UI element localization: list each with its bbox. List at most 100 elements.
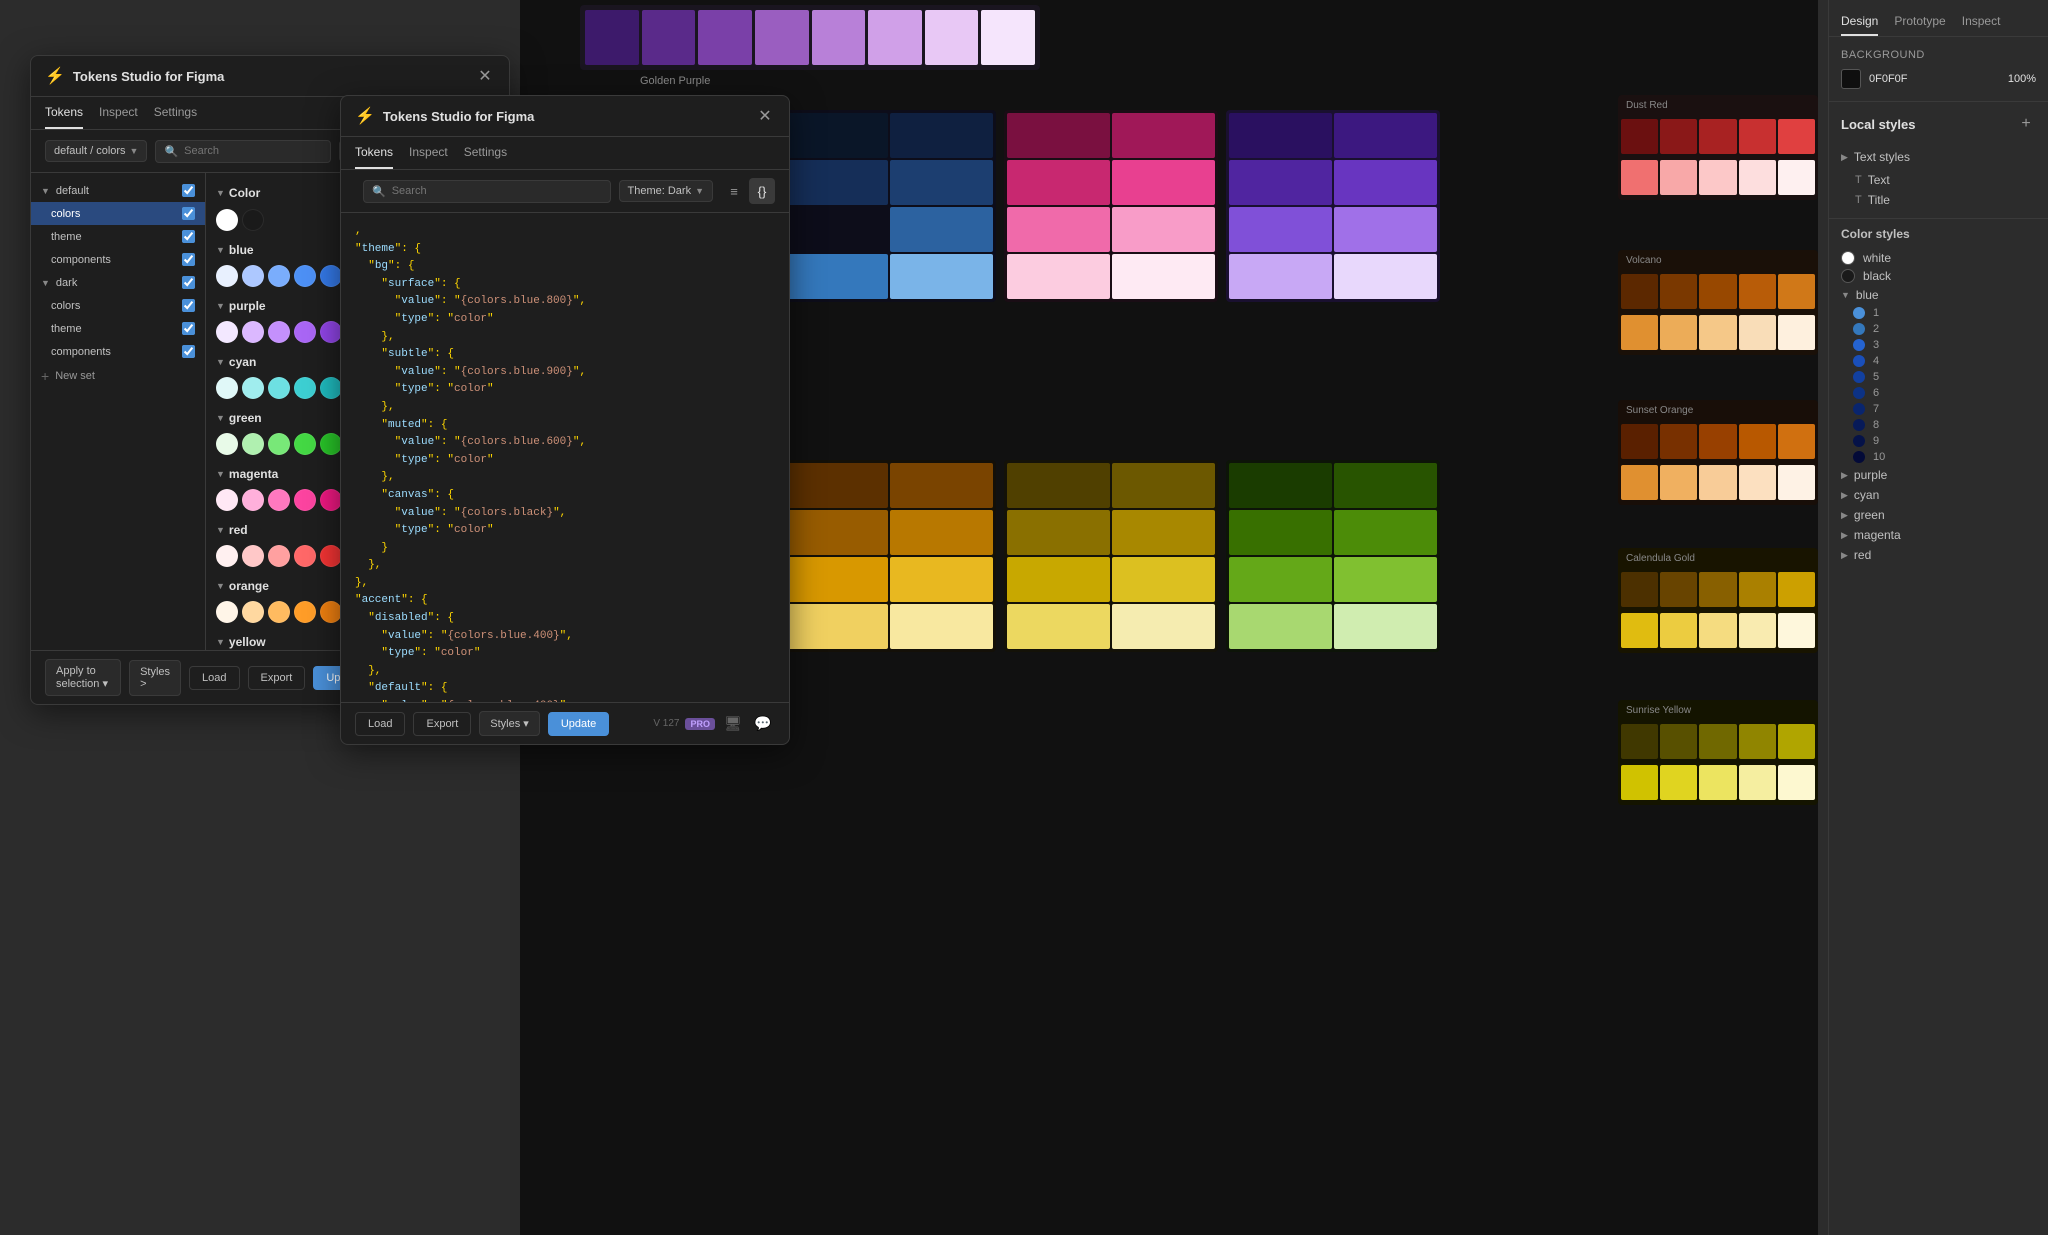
blue-item-8[interactable]: 8	[1853, 417, 2036, 433]
export-button[interactable]: Export	[248, 666, 306, 690]
purple-group-header[interactable]: ▶ purple	[1841, 465, 2036, 485]
swatch-magenta-2[interactable]	[242, 489, 264, 511]
sidebar-components-checkbox[interactable]	[182, 253, 195, 266]
blue-item-4[interactable]: 4	[1853, 353, 2036, 369]
json-theme-selector[interactable]: Theme: Dark ▼	[619, 180, 714, 202]
background-hex[interactable]: 0F0F0F	[1869, 73, 2000, 85]
json-view-list-button[interactable]: ≡	[721, 178, 747, 204]
swatch-purple-1[interactable]	[216, 321, 238, 343]
red-group-header[interactable]: ▶ red	[1841, 545, 2036, 565]
tab-settings[interactable]: Settings	[154, 97, 197, 129]
tab-inspect[interactable]: Inspect	[1962, 8, 2001, 36]
swatch-green-4[interactable]	[294, 433, 316, 455]
breadcrumb[interactable]: default / colors ▼	[45, 140, 147, 162]
swatch-green-1[interactable]	[216, 433, 238, 455]
sidebar-item-dark[interactable]: ▼ dark	[31, 271, 205, 294]
magenta-group-header[interactable]: ▶ magenta	[1841, 525, 2036, 545]
swatch-cyan-1[interactable]	[216, 377, 238, 399]
swatch-purple-4[interactable]	[294, 321, 316, 343]
swatch-orange-5[interactable]	[320, 601, 342, 623]
json-tab-settings[interactable]: Settings	[464, 137, 507, 169]
swatch-magenta-4[interactable]	[294, 489, 316, 511]
styles-dropdown[interactable]: Styles >	[129, 660, 181, 696]
swatch-green-2[interactable]	[242, 433, 264, 455]
sidebar-item-colors[interactable]: colors	[31, 202, 205, 225]
color-style-black[interactable]: black	[1841, 267, 2036, 285]
cyan-group-header[interactable]: ▶ cyan	[1841, 485, 2036, 505]
blue-group-header[interactable]: ▼ blue	[1841, 285, 2036, 305]
swatch-orange-1[interactable]	[216, 601, 238, 623]
text-style-text[interactable]: T Text	[1855, 170, 2036, 190]
tab-design[interactable]: Design	[1841, 8, 1878, 36]
swatch-red-5[interactable]	[320, 545, 342, 567]
blue-item-5[interactable]: 5	[1853, 369, 2036, 385]
swatch-cyan-4[interactable]	[294, 377, 316, 399]
background-color-swatch[interactable]	[1841, 69, 1861, 89]
swatch-purple-5[interactable]	[320, 321, 342, 343]
swatch-orange-4[interactable]	[294, 601, 316, 623]
swatch-green-5[interactable]	[320, 433, 342, 455]
swatch-orange-3[interactable]	[268, 601, 290, 623]
swatch-cyan-2[interactable]	[242, 377, 264, 399]
swatch-white[interactable]	[216, 209, 238, 231]
swatch-blue-3[interactable]	[268, 265, 290, 287]
blue-item-6[interactable]: 6	[1853, 385, 2036, 401]
sidebar-default-checkbox[interactable]	[182, 184, 195, 197]
swatch-blue-5[interactable]	[320, 265, 342, 287]
sidebar-dark-checkbox[interactable]	[182, 276, 195, 289]
json-comment-icon[interactable]: 💬	[751, 712, 775, 736]
sidebar-dark-components-checkbox[interactable]	[182, 345, 195, 358]
text-styles-header[interactable]: ▶ Text styles	[1841, 150, 2036, 164]
json-close-button[interactable]: ✕	[755, 106, 775, 126]
sidebar-item-theme[interactable]: theme	[31, 225, 205, 248]
color-style-white[interactable]: white	[1841, 249, 2036, 267]
tab-prototype[interactable]: Prototype	[1894, 8, 1945, 36]
sidebar-item-default[interactable]: ▼ default	[31, 179, 205, 202]
apply-dropdown[interactable]: Apply to selection ▾	[45, 659, 121, 696]
json-update-button[interactable]: Update	[548, 712, 609, 736]
sidebar-dark-theme-checkbox[interactable]	[182, 322, 195, 335]
swatch-red-2[interactable]	[242, 545, 264, 567]
color-styles-header[interactable]: Color styles	[1841, 227, 2036, 241]
swatch-red-1[interactable]	[216, 545, 238, 567]
sidebar-dark-colors-checkbox[interactable]	[182, 299, 195, 312]
blue-item-9[interactable]: 9	[1853, 433, 2036, 449]
add-style-button[interactable]: +	[2016, 114, 2036, 134]
sidebar-item-dark-theme[interactable]: theme	[31, 317, 205, 340]
json-tab-tokens[interactable]: Tokens	[355, 137, 393, 169]
json-load-button[interactable]: Load	[355, 712, 405, 736]
swatch-red-4[interactable]	[294, 545, 316, 567]
sidebar-item-dark-colors[interactable]: colors	[31, 294, 205, 317]
sidebar-colors-checkbox[interactable]	[182, 207, 195, 220]
tab-inspect[interactable]: Inspect	[99, 97, 138, 129]
swatch-magenta-1[interactable]	[216, 489, 238, 511]
load-button[interactable]: Load	[189, 666, 239, 690]
swatch-orange-2[interactable]	[242, 601, 264, 623]
swatch-green-3[interactable]	[268, 433, 290, 455]
new-set-row[interactable]: + New set	[31, 363, 205, 389]
swatch-blue-1[interactable]	[216, 265, 238, 287]
text-style-title[interactable]: T Title	[1855, 190, 2036, 210]
blue-item-2[interactable]: 2	[1853, 321, 2036, 337]
swatch-red-3[interactable]	[268, 545, 290, 567]
swatch-purple-3[interactable]	[268, 321, 290, 343]
sidebar-item-components[interactable]: components	[31, 248, 205, 271]
swatch-cyan-5[interactable]	[320, 377, 342, 399]
json-styles-dropdown[interactable]: Styles ▾	[479, 711, 540, 736]
swatch-purple-2[interactable]	[242, 321, 264, 343]
json-desktop-icon[interactable]: 🖥	[721, 712, 745, 736]
json-view-json-button[interactable]: {}	[749, 178, 775, 204]
json-export-button[interactable]: Export	[413, 712, 471, 736]
tokens-close-button[interactable]: ✕	[475, 66, 495, 86]
swatch-blue-4[interactable]	[294, 265, 316, 287]
swatch-black[interactable]	[242, 209, 264, 231]
swatch-cyan-3[interactable]	[268, 377, 290, 399]
blue-item-3[interactable]: 3	[1853, 337, 2036, 353]
swatch-magenta-5[interactable]	[320, 489, 342, 511]
sidebar-theme-checkbox[interactable]	[182, 230, 195, 243]
green-group-header[interactable]: ▶ green	[1841, 505, 2036, 525]
json-tab-inspect[interactable]: Inspect	[409, 137, 448, 169]
tab-tokens[interactable]: Tokens	[45, 97, 83, 129]
blue-item-1[interactable]: 1	[1853, 305, 2036, 321]
swatch-magenta-3[interactable]	[268, 489, 290, 511]
